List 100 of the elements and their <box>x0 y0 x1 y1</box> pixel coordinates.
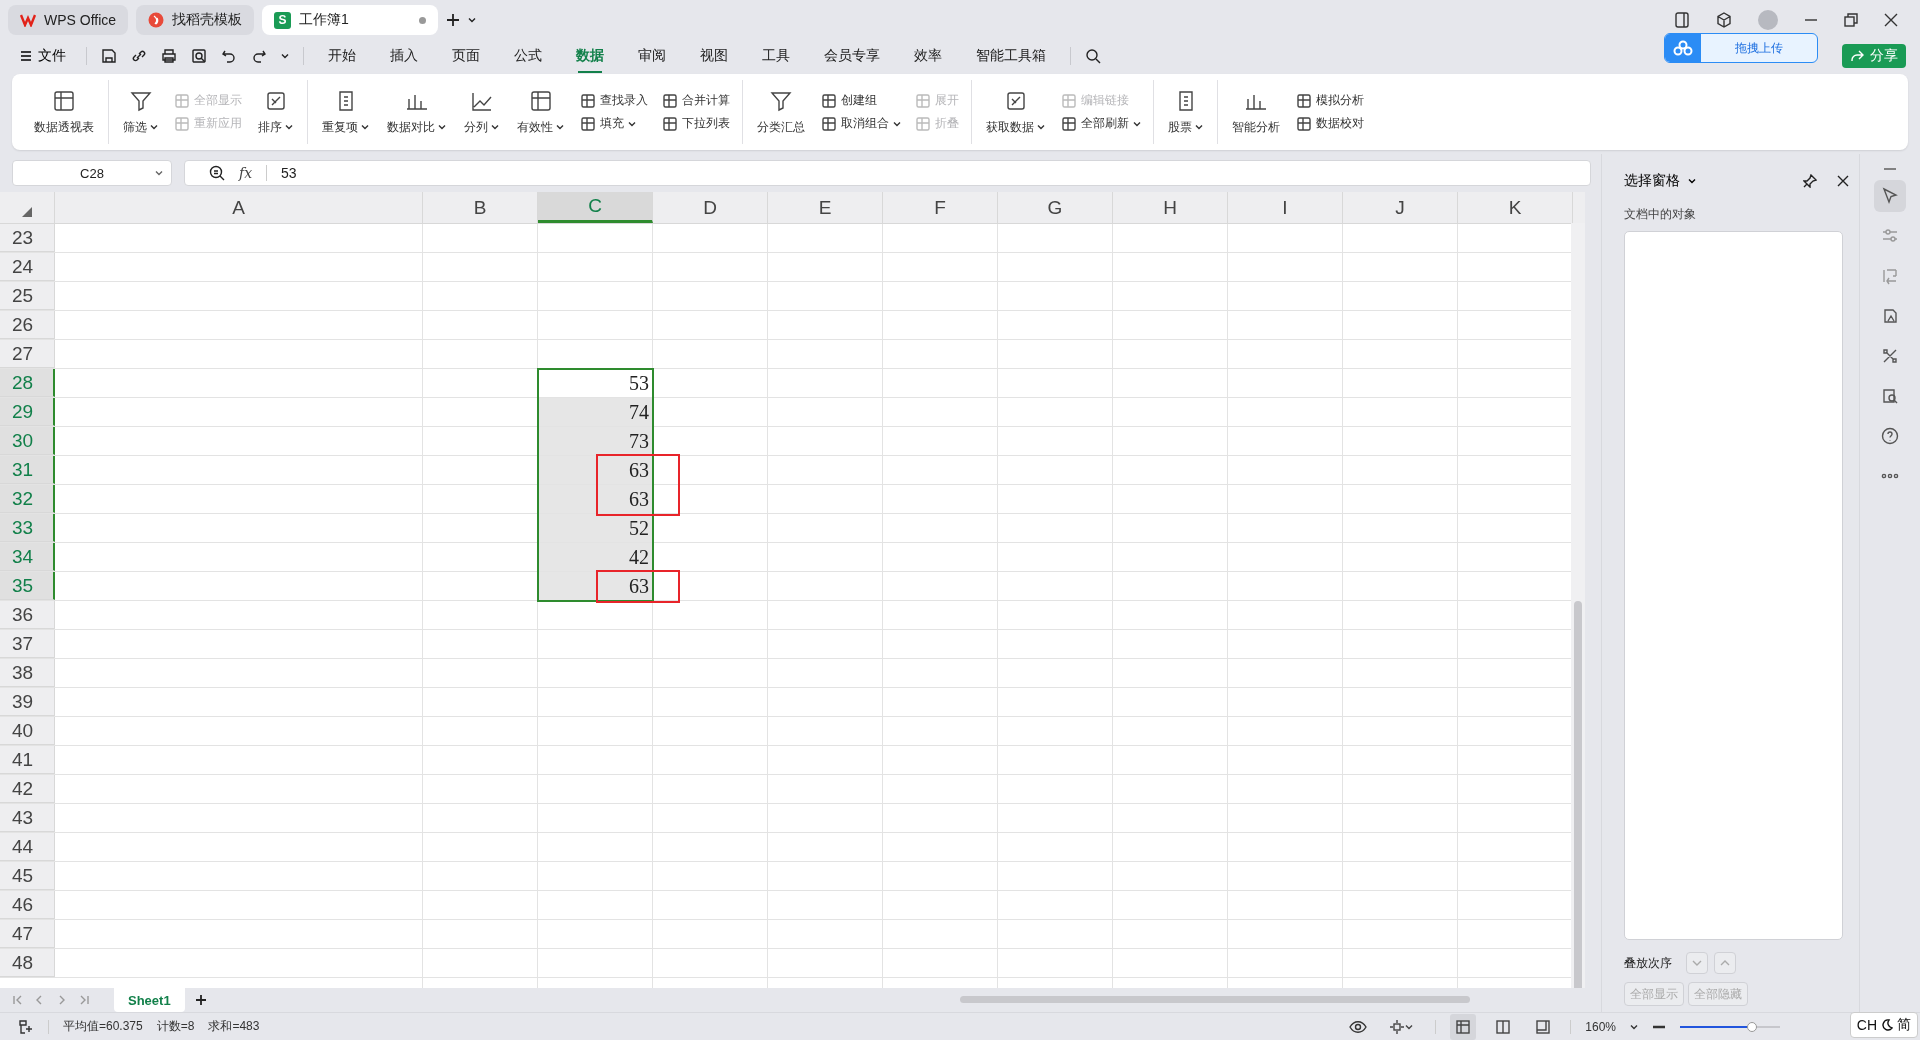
row-header[interactable]: 47 <box>0 920 55 948</box>
column-header[interactable]: G <box>998 192 1113 223</box>
document-tab[interactable]: S 工作簿1 <box>262 5 439 35</box>
row-header[interactable]: 37 <box>0 630 55 658</box>
column-header[interactable]: D <box>653 192 768 223</box>
menu-tab[interactable]: 审阅 <box>628 43 676 69</box>
undo-icon[interactable] <box>221 48 237 64</box>
row-header[interactable]: 44 <box>0 833 55 861</box>
row-header[interactable]: 31 <box>0 456 55 484</box>
row-header[interactable]: 27 <box>0 340 55 368</box>
link-icon[interactable] <box>131 48 147 64</box>
input-mode[interactable]: CH <box>1856 1017 1877 1033</box>
ribbon-button[interactable]: 数据透视表 <box>28 80 100 144</box>
ribbon-button[interactable]: 分列 <box>458 80 505 144</box>
collapse-icon[interactable] <box>1883 166 1897 172</box>
row-header[interactable]: 34 <box>0 543 55 571</box>
plus-icon[interactable] <box>446 13 461 27</box>
row-header[interactable]: 25 <box>0 282 55 310</box>
menu-tab[interactable]: 工具 <box>752 43 800 69</box>
restore-icon[interactable] <box>1844 13 1858 27</box>
menu-tab[interactable]: 效率 <box>904 43 952 69</box>
redo-icon[interactable] <box>251 48 267 64</box>
zoom-out-icon[interactable] <box>1652 1024 1666 1029</box>
zoom-slider-thumb[interactable] <box>1747 1021 1757 1032</box>
row-header[interactable]: 23 <box>0 224 55 252</box>
column-header[interactable]: E <box>768 192 883 223</box>
column-header[interactable]: I <box>1228 192 1343 223</box>
ribbon-button[interactable]: 创建组 <box>817 92 905 109</box>
row-header[interactable]: 40 <box>0 717 55 745</box>
column-header[interactable]: C <box>538 192 653 223</box>
ribbon-button[interactable]: 数据对比 <box>381 80 452 144</box>
ribbon-button[interactable]: 模拟分析 <box>1292 92 1368 109</box>
tablet-icon[interactable] <box>1674 12 1690 28</box>
menu-tab[interactable]: 公式 <box>504 43 552 69</box>
document-tab[interactable]: 找稻壳模板 <box>136 5 255 35</box>
row-header[interactable]: 28 <box>0 369 55 397</box>
upload-button[interactable]: 拖拽上传 <box>1664 33 1818 63</box>
print-icon[interactable] <box>161 48 177 64</box>
eye-icon[interactable] <box>1349 1019 1368 1034</box>
column-header[interactable]: J <box>1343 192 1458 223</box>
row-header[interactable]: 39 <box>0 688 55 716</box>
row-header[interactable]: 41 <box>0 746 55 774</box>
menu-tab[interactable]: 视图 <box>690 43 738 69</box>
ribbon-button[interactable]: 重复项 <box>316 80 375 144</box>
ribbon-button[interactable]: 股票 <box>1162 80 1209 144</box>
row-header[interactable]: 42 <box>0 775 55 803</box>
close-icon[interactable] <box>1837 175 1849 187</box>
ribbon-button[interactable]: 查找录入 <box>576 92 652 109</box>
ribbon-button[interactable]: 有效性 <box>511 80 570 144</box>
row-header[interactable]: 32 <box>0 485 55 513</box>
menu-tab[interactable]: 会员专享 <box>814 43 890 69</box>
add-sheet-icon[interactable] <box>194 994 207 1006</box>
row-header[interactable]: 45 <box>0 862 55 890</box>
search-icon[interactable] <box>1085 48 1101 64</box>
pointer-button[interactable] <box>1874 180 1906 212</box>
cube-icon[interactable] <box>1716 12 1732 28</box>
column-header[interactable]: F <box>883 192 998 223</box>
ribbon-button[interactable]: 填充 <box>576 115 652 132</box>
vertical-scrollbar[interactable] <box>1571 223 1585 988</box>
row-header[interactable]: 43 <box>0 804 55 832</box>
ribbon-button[interactable]: 取消组合 <box>817 115 905 132</box>
formula-field[interactable]: fx 53 <box>184 160 1591 186</box>
row-header[interactable]: 36 <box>0 601 55 629</box>
close-icon[interactable] <box>1884 13 1898 27</box>
ribbon-button[interactable]: 数据校对 <box>1292 115 1368 132</box>
row-header[interactable]: 33 <box>0 514 55 542</box>
normal-view-button[interactable] <box>1450 1013 1477 1040</box>
macro-icon[interactable] <box>18 1018 34 1035</box>
row-header[interactable]: 48 <box>0 949 55 977</box>
column-header[interactable]: H <box>1113 192 1228 223</box>
row-header[interactable]: 26 <box>0 311 55 339</box>
row-header[interactable]: 30 <box>0 427 55 455</box>
row-header[interactable]: 46 <box>0 891 55 919</box>
pane-title[interactable]: 选择窗格 <box>1624 172 1696 190</box>
row-header[interactable]: 35 <box>0 572 55 600</box>
name-box[interactable]: C28 <box>12 160 172 186</box>
row-header[interactable]: 24 <box>0 253 55 281</box>
share-button[interactable]: 分享 <box>1842 44 1906 68</box>
ribbon-button[interactable]: 全部刷新 <box>1057 115 1145 132</box>
zoom-level[interactable]: 160% <box>1585 1019 1616 1034</box>
menu-tab[interactable]: 智能工具箱 <box>966 43 1056 69</box>
ribbon-button[interactable]: 合并计算 <box>658 92 734 109</box>
column-header[interactable]: K <box>1458 192 1573 223</box>
preview-icon[interactable] <box>191 48 207 64</box>
fx-label[interactable]: fx <box>239 165 253 181</box>
menu-tab[interactable]: 开始 <box>318 43 366 69</box>
ribbon-button[interactable]: 筛选 <box>117 80 164 144</box>
menu-tab[interactable]: 插入 <box>380 43 428 69</box>
ribbon-button[interactable]: 获取数据 <box>980 80 1051 144</box>
row-header[interactable]: 29 <box>0 398 55 426</box>
ribbon-button[interactable]: 分类汇总 <box>751 80 811 144</box>
document-tab[interactable]: WPS Office <box>8 5 129 35</box>
sheet-tab[interactable]: Sheet1 <box>114 988 185 1012</box>
column-header[interactable]: A <box>55 192 423 223</box>
ribbon-button[interactable]: 排序 <box>252 80 299 144</box>
zoom-icon[interactable] <box>209 165 225 181</box>
ribbon-button[interactable]: 下拉列表 <box>658 115 734 132</box>
input-script[interactable]: 简 <box>1897 1016 1911 1034</box>
file-menu[interactable]: 文件 <box>14 46 72 66</box>
save-icon[interactable] <box>101 48 117 64</box>
